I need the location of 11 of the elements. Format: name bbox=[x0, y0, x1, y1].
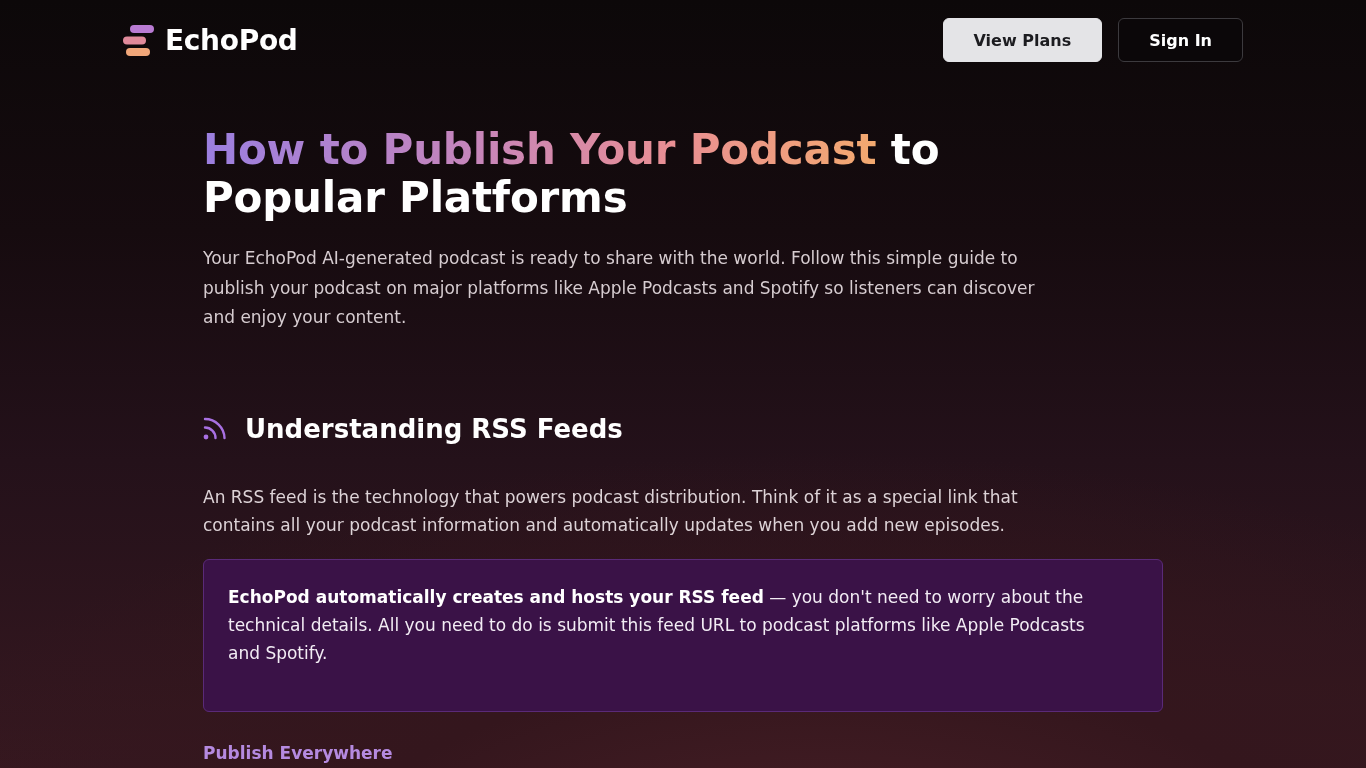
view-plans-button[interactable]: View Plans bbox=[942, 18, 1103, 62]
page-title: How to Publish Your Podcast to Popular Platforms bbox=[203, 126, 941, 222]
sign-in-button[interactable]: Sign In bbox=[1118, 18, 1243, 62]
rss-icon bbox=[203, 417, 227, 440]
section-heading: Understanding RSS Feeds bbox=[245, 412, 623, 446]
callout-text: EchoPod automatically creates and hosts your RSS feed — you don't need to worry about the technical details. All you need to do is submit this feed URL to podcast platforms like Apple Podcasts and Spotify. bbox=[228, 585, 1086, 665]
logo-icon bbox=[123, 24, 154, 56]
section-eyebrow: Publish Everywhere bbox=[203, 741, 393, 764]
body-text: An RSS feed is the technology that powers podcast distribution. Think of it as a special link that contains all your podcast information and automatically updates when you add new episodes. bbox=[203, 485, 1019, 537]
intro-text: Your EchoPod AI-generated podcast is ready to share with the world. Follow this simple guide to publish your podcast on major platforms like Apple Podcasts and Spotify so listeners can discover and enjoy your content. bbox=[203, 247, 1036, 329]
logo-text: EchoPod bbox=[165, 23, 298, 57]
